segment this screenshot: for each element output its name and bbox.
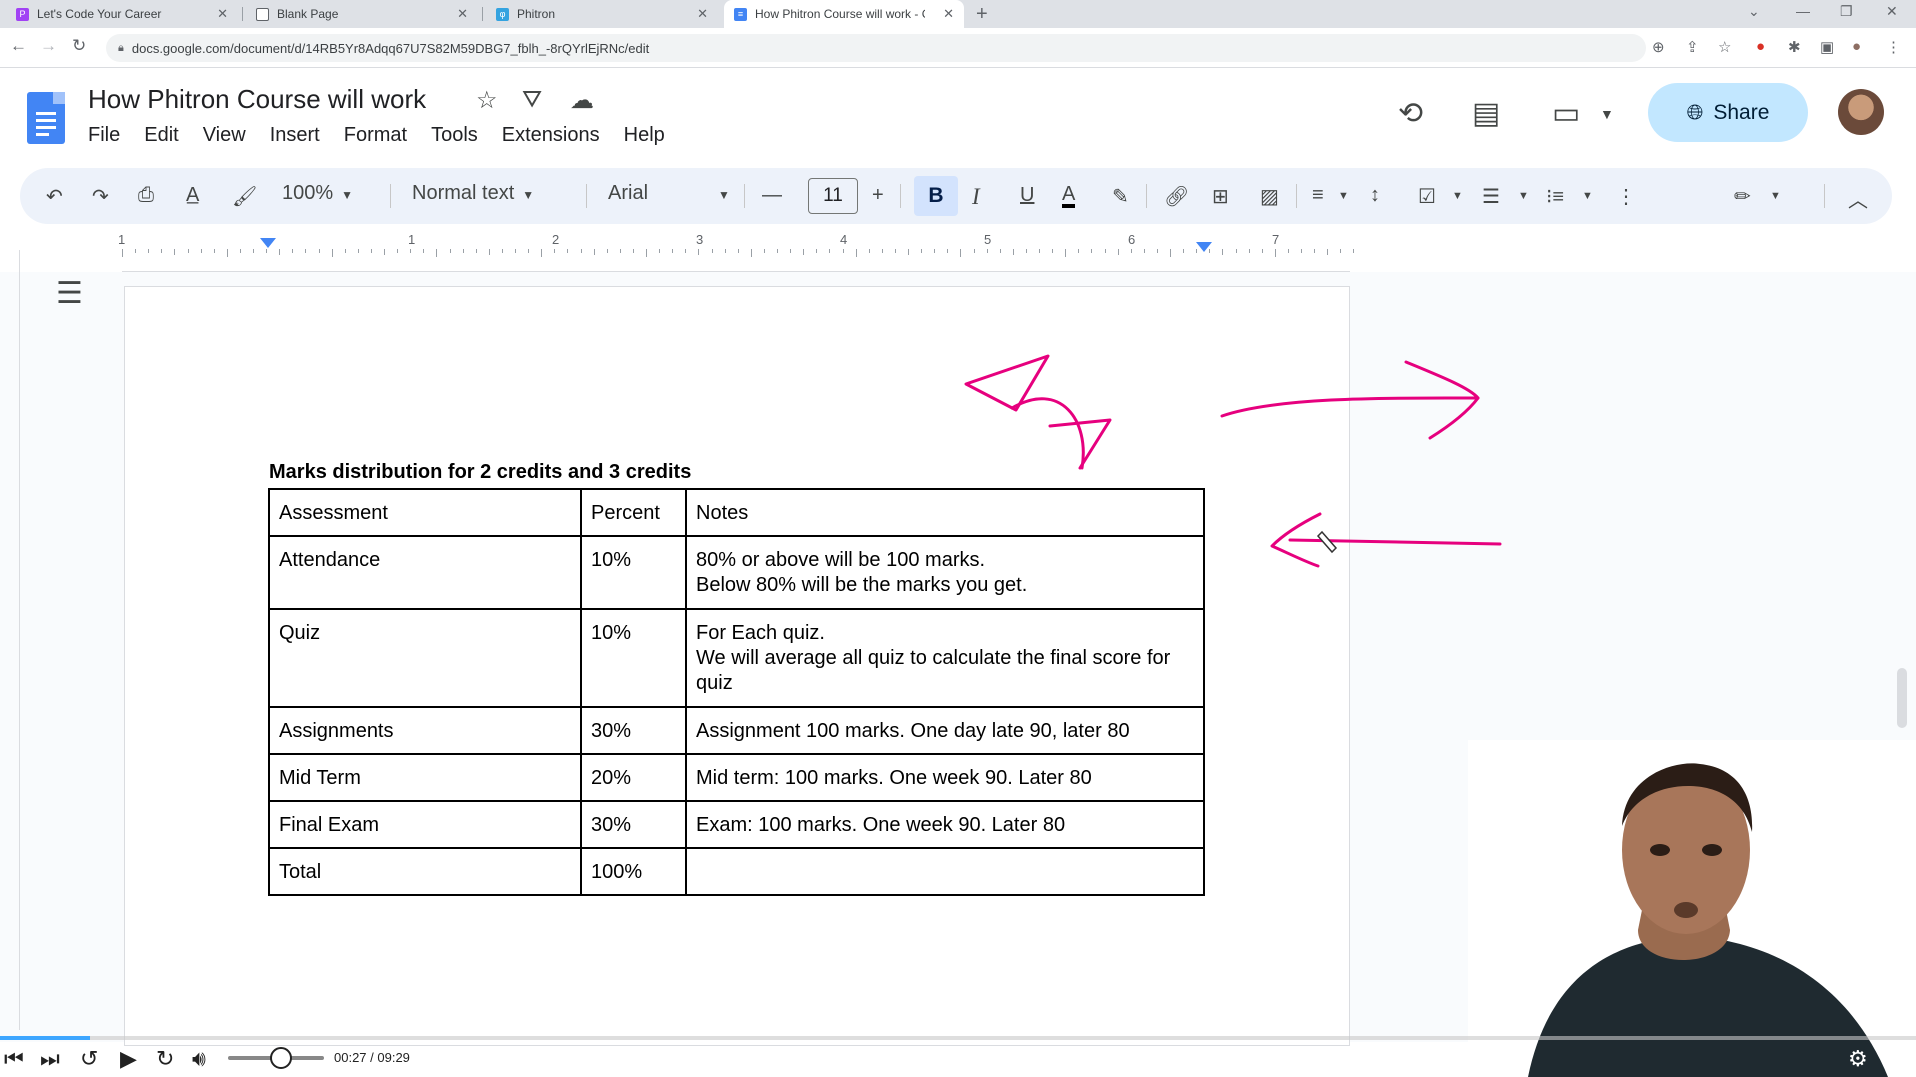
video-progress-track[interactable] [0, 1036, 1916, 1040]
video-progress-fill [0, 1036, 91, 1040]
replay-icon[interactable]: ↺ [80, 1046, 98, 1072]
volume-knob[interactable] [269, 1047, 292, 1069]
forward-icon[interactable]: ↻ [156, 1046, 174, 1072]
curved-double-arrow-drawing [1010, 397, 1085, 470]
webcam-presenter-video [1468, 740, 1916, 1077]
play-icon[interactable]: ▶ [120, 1046, 137, 1072]
skip-next-icon[interactable]: ⏭ [40, 1046, 60, 1072]
arrowhead-drawing [1404, 360, 1480, 440]
volume-icon[interactable]: 🔊︎ [192, 1046, 206, 1072]
skip-previous-icon[interactable]: ⏮ [4, 1046, 24, 1072]
arrowhead-drawing [964, 354, 1050, 412]
fullscreen-exit-icon[interactable]: ⛶ [1886, 1046, 1901, 1072]
right-arrow-drawing [1220, 396, 1480, 418]
video-time: 00:27 / 09:29 [334, 1050, 410, 1065]
settings-gear-icon[interactable]: ⚙ [1848, 1046, 1868, 1072]
